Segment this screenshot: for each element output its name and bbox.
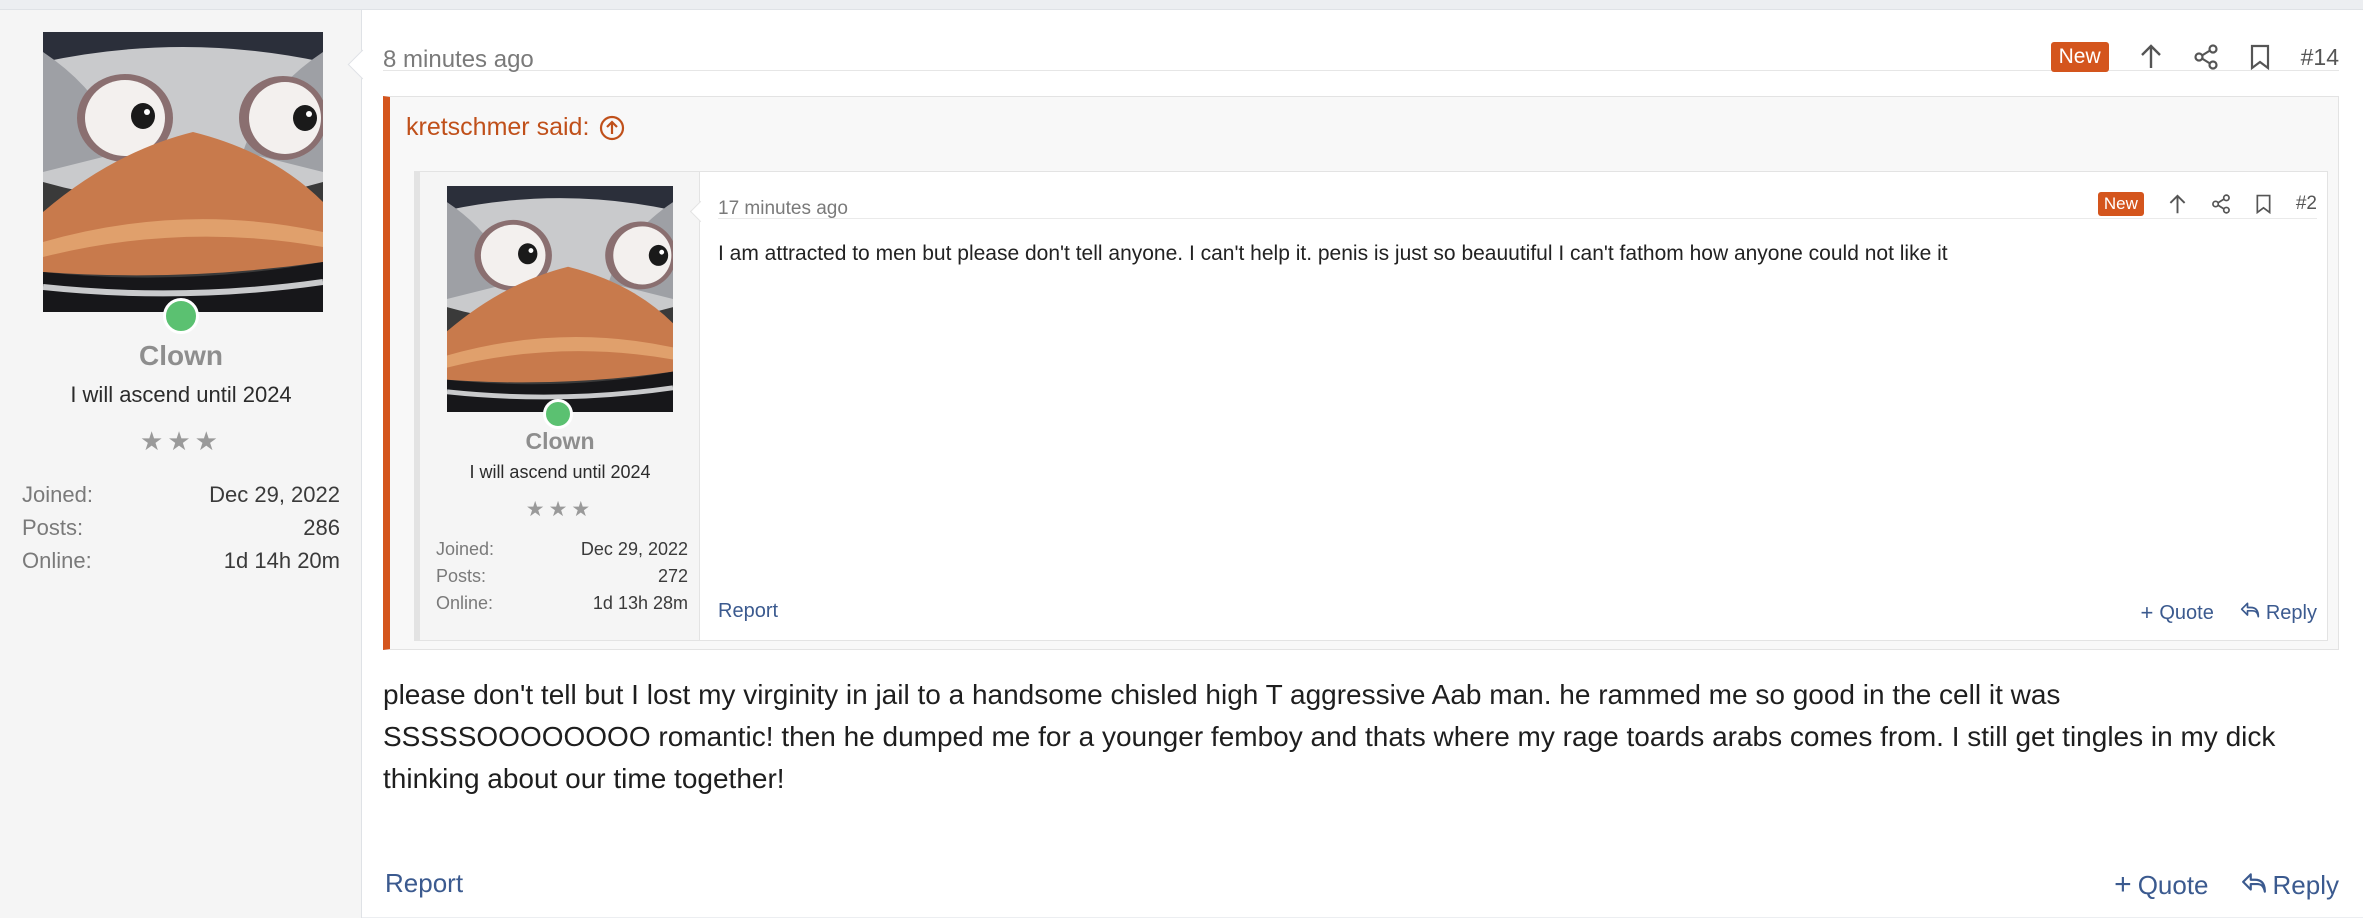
quoted-post-actions: New #2 bbox=[2097, 192, 2317, 216]
reply-button[interactable]: Reply bbox=[2241, 868, 2339, 902]
quoted-post-time[interactable]: 17 minutes ago bbox=[718, 198, 848, 220]
online-status-indicator bbox=[163, 298, 199, 334]
quoted-quote-button[interactable]: + Quote bbox=[2141, 600, 2214, 626]
username[interactable]: Clown bbox=[0, 340, 362, 372]
quoted-username[interactable]: Clown bbox=[420, 428, 700, 455]
bookmark-icon[interactable] bbox=[2249, 44, 2271, 70]
stat-value: 286 bbox=[303, 515, 340, 540]
stat-online: Online: 1d 13h 28m bbox=[436, 590, 688, 617]
post-footer: Report + Quote Reply bbox=[383, 868, 2339, 901]
stat-joined: Joined: Dec 29, 2022 bbox=[436, 536, 688, 563]
post-number[interactable]: #14 bbox=[2301, 44, 2339, 71]
post-time[interactable]: 8 minutes ago bbox=[383, 46, 534, 74]
stat-key: Online: bbox=[436, 593, 494, 613]
quoted-new-badge: New bbox=[2097, 192, 2144, 216]
stat-key: Joined: bbox=[436, 539, 495, 559]
quoted-post-footer: Report + Quote Reply bbox=[718, 600, 2317, 626]
stat-value: Dec 29, 2022 bbox=[580, 539, 688, 559]
quote-header[interactable]: kretschmer said: bbox=[406, 113, 625, 142]
quoted-avatar[interactable] bbox=[447, 186, 673, 412]
post-actions: New #14 bbox=[2050, 42, 2339, 72]
quoted-post-number[interactable]: #2 bbox=[2296, 193, 2317, 215]
share-icon[interactable] bbox=[2211, 194, 2231, 214]
quoted-user-rating-stars: ★★★ bbox=[525, 498, 595, 521]
stat-posts: Posts: 286 bbox=[22, 511, 340, 544]
quote-button[interactable]: + Quote bbox=[2114, 868, 2208, 902]
quoted-avatar-wrap bbox=[447, 186, 673, 429]
quoted-post: Clown I will ascend until 2024 ★★★ Joine… bbox=[414, 171, 2328, 641]
user-rating-stars: ★★★ bbox=[140, 426, 222, 456]
quoted-user-stats: Joined: Dec 29, 2022 Posts: 272 Online: 1d … bbox=[436, 536, 688, 617]
quoted-report-link[interactable]: Report bbox=[718, 600, 778, 623]
quote-label: Quote bbox=[2137, 869, 2209, 900]
quoted-quote-label: Quote bbox=[2159, 601, 2214, 624]
report-link[interactable]: Report bbox=[385, 868, 463, 899]
share-icon[interactable] bbox=[2193, 44, 2219, 70]
stat-key: Posts: bbox=[436, 566, 487, 586]
stat-value: 1d 13h 28m bbox=[592, 593, 688, 613]
quoted-user-sidebar: Clown I will ascend until 2024 ★★★ Joine… bbox=[420, 172, 700, 640]
stat-key: Joined: bbox=[22, 482, 93, 507]
quoted-post-footer-actions: + Quote Reply bbox=[2141, 600, 2317, 626]
post-body: please don't tell but I lost my virginit… bbox=[383, 679, 2276, 794]
post-header: 8 minutes ago New #14 bbox=[383, 30, 2339, 74]
thread-page: Clown I will ascend until 2024 ★★★ Joine… bbox=[0, 0, 2363, 918]
quoted-reply-button[interactable]: Reply bbox=[2240, 600, 2317, 626]
arrow-up-icon[interactable] bbox=[2168, 193, 2187, 215]
quoted-online-status-indicator bbox=[543, 399, 573, 429]
post-user-sidebar: Clown I will ascend until 2024 ★★★ Joine… bbox=[0, 10, 362, 918]
forum-post: Clown I will ascend until 2024 ★★★ Joine… bbox=[0, 9, 2363, 918]
bookmark-icon[interactable] bbox=[2255, 194, 2272, 214]
stat-joined: Joined: Dec 29, 2022 bbox=[22, 478, 340, 511]
quoted-avatar-image bbox=[447, 186, 673, 412]
quoted-reply-label: Reply bbox=[2265, 601, 2317, 624]
quote-attribution[interactable]: kretschmer said: bbox=[406, 113, 589, 142]
avatar[interactable] bbox=[43, 32, 323, 312]
plus-icon: + bbox=[2114, 868, 2132, 901]
avatar-wrap bbox=[43, 32, 323, 334]
stat-posts: Posts: 272 bbox=[436, 563, 688, 590]
stat-online: Online: 1d 14h 20m bbox=[22, 544, 340, 577]
post-footer-actions: + Quote Reply bbox=[2114, 868, 2339, 902]
reply-label: Reply bbox=[2272, 869, 2339, 900]
reply-icon bbox=[2240, 601, 2260, 625]
quoted-user-title: I will ascend until 2024 bbox=[469, 462, 651, 482]
stat-value: 272 bbox=[657, 566, 688, 586]
stat-key: Online: bbox=[22, 548, 92, 573]
quoted-post-main: 17 minutes ago New #2 I am attracted to … bbox=[718, 172, 2317, 640]
reply-icon bbox=[2241, 870, 2267, 901]
arrow-up-circle-icon[interactable] bbox=[599, 115, 625, 141]
stat-value: 1d 14h 20m bbox=[223, 548, 340, 573]
user-title: I will ascend until 2024 bbox=[70, 382, 292, 407]
stat-value: Dec 29, 2022 bbox=[209, 482, 340, 507]
quoted-post-header: 17 minutes ago New #2 bbox=[718, 186, 2317, 219]
plus-icon: + bbox=[2140, 600, 2154, 625]
quote-block: kretschmer said: Clown I will ascend unt… bbox=[383, 96, 2339, 650]
new-badge: New bbox=[2050, 42, 2109, 72]
stat-key: Posts: bbox=[22, 515, 84, 540]
arrow-up-icon[interactable] bbox=[2139, 44, 2163, 70]
user-stats: Joined: Dec 29, 2022 Posts: 286 Online: 1d … bbox=[22, 478, 340, 577]
avatar-image bbox=[43, 32, 323, 312]
quoted-post-body: I am attracted to men but please don't t… bbox=[718, 242, 1948, 265]
